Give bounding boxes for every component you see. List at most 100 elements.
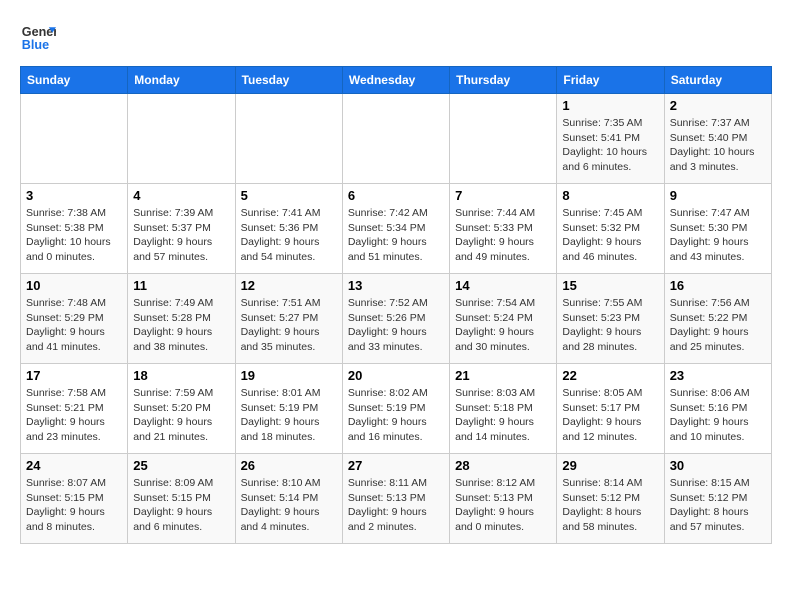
calendar-cell bbox=[128, 94, 235, 184]
weekday-header: Thursday bbox=[450, 67, 557, 94]
day-number: 27 bbox=[348, 458, 444, 473]
day-info: Sunrise: 8:06 AMSunset: 5:16 PMDaylight:… bbox=[670, 386, 766, 445]
day-number: 28 bbox=[455, 458, 551, 473]
calendar-cell: 29 Sunrise: 8:14 AMSunset: 5:12 PMDayligh… bbox=[557, 454, 664, 544]
day-info: Sunrise: 8:03 AMSunset: 5:18 PMDaylight:… bbox=[455, 386, 551, 445]
calendar-cell: 4 Sunrise: 7:39 AMSunset: 5:37 PMDaylight… bbox=[128, 184, 235, 274]
day-info: Sunrise: 7:42 AMSunset: 5:34 PMDaylight:… bbox=[348, 206, 444, 265]
weekday-header: Saturday bbox=[664, 67, 771, 94]
day-info: Sunrise: 7:44 AMSunset: 5:33 PMDaylight:… bbox=[455, 206, 551, 265]
calendar-cell: 8Sunrise: 7:45 AMSunset: 5:32 PMDaylight… bbox=[557, 184, 664, 274]
weekday-header: Friday bbox=[557, 67, 664, 94]
day-number: 23 bbox=[670, 368, 766, 383]
day-number: 22 bbox=[562, 368, 658, 383]
weekday-header: Tuesday bbox=[235, 67, 342, 94]
day-info: Sunrise: 7:51 AMSunset: 5:27 PMDaylight:… bbox=[241, 296, 337, 355]
day-number: 16 bbox=[670, 278, 766, 293]
day-info: Sunrise: 7:38 AMSunset: 5:38 PMDaylight:… bbox=[26, 206, 122, 265]
calendar-cell: 3 Sunrise: 7:38 AMSunset: 5:38 PMDaylight… bbox=[21, 184, 128, 274]
calendar-cell: 1 Sunrise: 7:35 AMSunset: 5:41 PMDaylight… bbox=[557, 94, 664, 184]
day-number: 17 bbox=[26, 368, 122, 383]
calendar-cell: 26 Sunrise: 8:10 AMSunset: 5:14 PMDayligh… bbox=[235, 454, 342, 544]
weekday-header: Wednesday bbox=[342, 67, 449, 94]
day-number: 3 bbox=[26, 188, 122, 203]
calendar-cell: 9 Sunrise: 7:47 AMSunset: 5:30 PMDaylight… bbox=[664, 184, 771, 274]
day-number: 4 bbox=[133, 188, 229, 203]
calendar-cell bbox=[450, 94, 557, 184]
day-info: Sunrise: 8:15 AMSunset: 5:12 PMDaylight:… bbox=[670, 476, 766, 535]
calendar-cell: 23 Sunrise: 8:06 AMSunset: 5:16 PMDayligh… bbox=[664, 364, 771, 454]
calendar-cell: 30 Sunrise: 8:15 AMSunset: 5:12 PMDayligh… bbox=[664, 454, 771, 544]
day-info: Sunrise: 8:01 AMSunset: 5:19 PMDaylight:… bbox=[241, 386, 337, 445]
day-info: Sunrise: 8:14 AMSunset: 5:12 PMDaylight:… bbox=[562, 476, 658, 535]
day-number: 10 bbox=[26, 278, 122, 293]
day-info: Sunrise: 7:58 AMSunset: 5:21 PMDaylight:… bbox=[26, 386, 122, 445]
svg-text:Blue: Blue bbox=[22, 38, 49, 52]
logo-icon: General Blue bbox=[20, 20, 56, 56]
day-number: 24 bbox=[26, 458, 122, 473]
calendar-week-row: 3 Sunrise: 7:38 AMSunset: 5:38 PMDaylight… bbox=[21, 184, 772, 274]
day-number: 30 bbox=[670, 458, 766, 473]
calendar-week-row: 17 Sunrise: 7:58 AMSunset: 5:21 PMDayligh… bbox=[21, 364, 772, 454]
calendar-cell: 10 Sunrise: 7:48 AMSunset: 5:29 PMDayligh… bbox=[21, 274, 128, 364]
day-number: 11 bbox=[133, 278, 229, 293]
calendar-cell bbox=[342, 94, 449, 184]
calendar-cell: 7 Sunrise: 7:44 AMSunset: 5:33 PMDaylight… bbox=[450, 184, 557, 274]
day-number: 15 bbox=[562, 278, 658, 293]
day-info: Sunrise: 7:59 AMSunset: 5:20 PMDaylight:… bbox=[133, 386, 229, 445]
day-number: 2 bbox=[670, 98, 766, 113]
calendar-cell: 22 Sunrise: 8:05 AMSunset: 5:17 PMDayligh… bbox=[557, 364, 664, 454]
day-info: Sunrise: 8:10 AMSunset: 5:14 PMDaylight:… bbox=[241, 476, 337, 535]
calendar-week-row: 1 Sunrise: 7:35 AMSunset: 5:41 PMDaylight… bbox=[21, 94, 772, 184]
day-number: 6 bbox=[348, 188, 444, 203]
day-number: 9 bbox=[670, 188, 766, 203]
calendar-cell: 25 Sunrise: 8:09 AMSunset: 5:15 PMDayligh… bbox=[128, 454, 235, 544]
logo: General Blue bbox=[20, 20, 56, 56]
calendar-cell: 14Sunrise: 7:54 AMSunset: 5:24 PMDayligh… bbox=[450, 274, 557, 364]
calendar-body: 1 Sunrise: 7:35 AMSunset: 5:41 PMDaylight… bbox=[21, 94, 772, 544]
day-info: Sunrise: 8:12 AMSunset: 5:13 PMDaylight:… bbox=[455, 476, 551, 535]
day-info: Sunrise: 7:35 AMSunset: 5:41 PMDaylight:… bbox=[562, 116, 658, 175]
calendar-cell bbox=[235, 94, 342, 184]
calendar-week-row: 10 Sunrise: 7:48 AMSunset: 5:29 PMDayligh… bbox=[21, 274, 772, 364]
day-info: Sunrise: 8:05 AMSunset: 5:17 PMDaylight:… bbox=[562, 386, 658, 445]
day-number: 13 bbox=[348, 278, 444, 293]
weekday-header: Sunday bbox=[21, 67, 128, 94]
day-info: Sunrise: 7:39 AMSunset: 5:37 PMDaylight:… bbox=[133, 206, 229, 265]
day-number: 26 bbox=[241, 458, 337, 473]
day-number: 29 bbox=[562, 458, 658, 473]
day-info: Sunrise: 7:48 AMSunset: 5:29 PMDaylight:… bbox=[26, 296, 122, 355]
day-info: Sunrise: 7:56 AMSunset: 5:22 PMDaylight:… bbox=[670, 296, 766, 355]
day-number: 12 bbox=[241, 278, 337, 293]
calendar-cell: 27 Sunrise: 8:11 AMSunset: 5:13 PMDayligh… bbox=[342, 454, 449, 544]
calendar-cell: 5 Sunrise: 7:41 AMSunset: 5:36 PMDaylight… bbox=[235, 184, 342, 274]
day-info: Sunrise: 8:09 AMSunset: 5:15 PMDaylight:… bbox=[133, 476, 229, 535]
day-number: 7 bbox=[455, 188, 551, 203]
day-number: 20 bbox=[348, 368, 444, 383]
day-info: Sunrise: 7:41 AMSunset: 5:36 PMDaylight:… bbox=[241, 206, 337, 265]
calendar-header: SundayMondayTuesdayWednesdayThursdayFrid… bbox=[21, 67, 772, 94]
day-number: 25 bbox=[133, 458, 229, 473]
day-number: 5 bbox=[241, 188, 337, 203]
day-info: Sunrise: 7:52 AMSunset: 5:26 PMDaylight:… bbox=[348, 296, 444, 355]
day-info: Sunrise: 7:45 AMSunset: 5:32 PMDaylight:… bbox=[562, 206, 658, 265]
day-info: Sunrise: 8:02 AMSunset: 5:19 PMDaylight:… bbox=[348, 386, 444, 445]
day-info: Sunrise: 7:47 AMSunset: 5:30 PMDaylight:… bbox=[670, 206, 766, 265]
page-header: General Blue bbox=[20, 20, 772, 56]
day-number: 1 bbox=[562, 98, 658, 113]
calendar-cell: 2 Sunrise: 7:37 AMSunset: 5:40 PMDaylight… bbox=[664, 94, 771, 184]
day-info: Sunrise: 8:07 AMSunset: 5:15 PMDaylight:… bbox=[26, 476, 122, 535]
day-number: 19 bbox=[241, 368, 337, 383]
calendar-cell: 12 Sunrise: 7:51 AMSunset: 5:27 PMDayligh… bbox=[235, 274, 342, 364]
day-number: 14 bbox=[455, 278, 551, 293]
calendar-cell: 6 Sunrise: 7:42 AMSunset: 5:34 PMDaylight… bbox=[342, 184, 449, 274]
day-info: Sunrise: 7:37 AMSunset: 5:40 PMDaylight:… bbox=[670, 116, 766, 175]
calendar-cell: 18Sunrise: 7:59 AMSunset: 5:20 PMDayligh… bbox=[128, 364, 235, 454]
calendar-cell: 21Sunrise: 8:03 AMSunset: 5:18 PMDayligh… bbox=[450, 364, 557, 454]
day-info: Sunrise: 8:11 AMSunset: 5:13 PMDaylight:… bbox=[348, 476, 444, 535]
calendar-week-row: 24 Sunrise: 8:07 AMSunset: 5:15 PMDayligh… bbox=[21, 454, 772, 544]
calendar-table: SundayMondayTuesdayWednesdayThursdayFrid… bbox=[20, 66, 772, 544]
day-info: Sunrise: 7:49 AMSunset: 5:28 PMDaylight:… bbox=[133, 296, 229, 355]
calendar-cell: 19 Sunrise: 8:01 AMSunset: 5:19 PMDayligh… bbox=[235, 364, 342, 454]
calendar-cell: 13 Sunrise: 7:52 AMSunset: 5:26 PMDayligh… bbox=[342, 274, 449, 364]
